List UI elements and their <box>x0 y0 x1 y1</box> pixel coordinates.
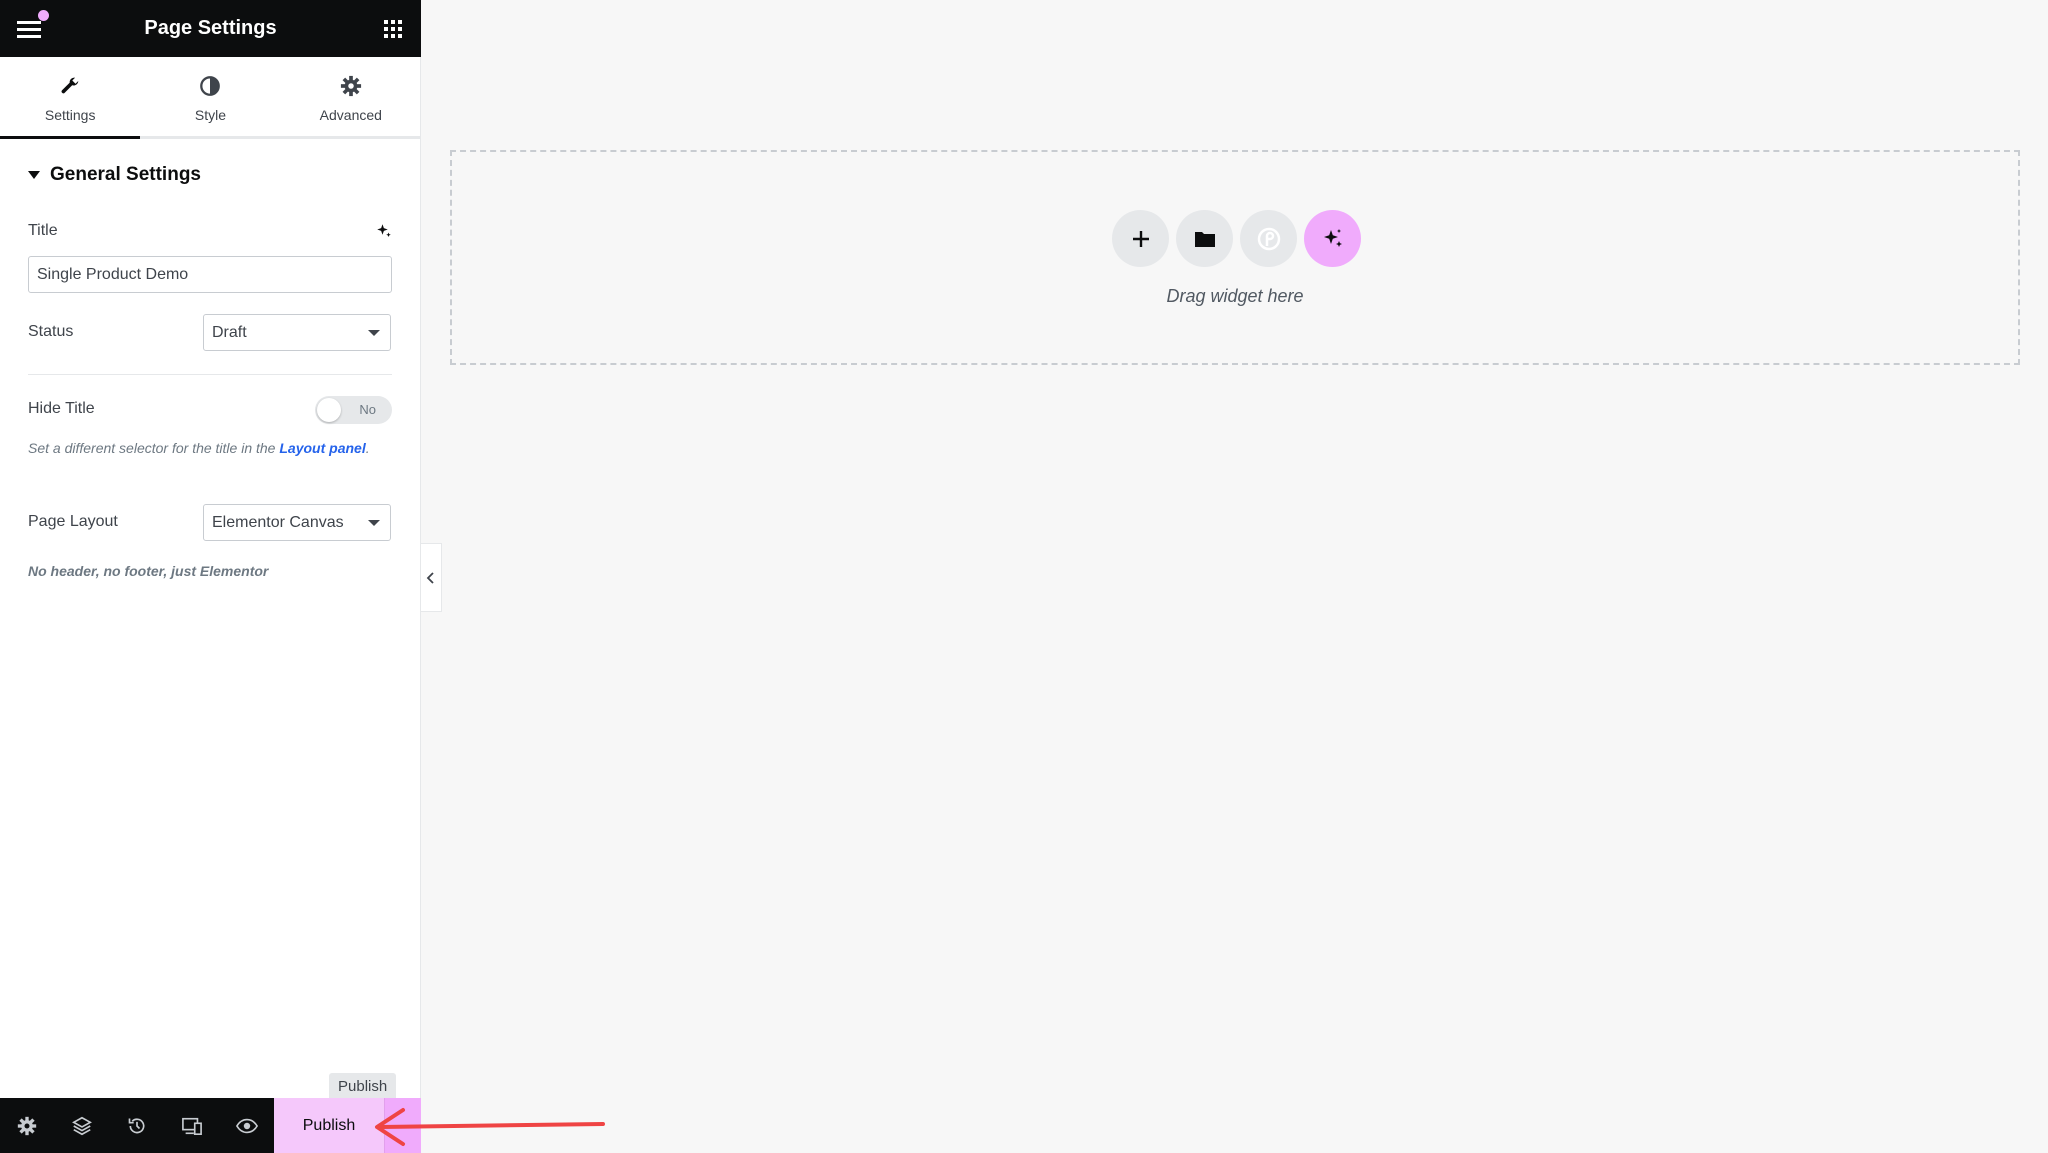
kit-library-button[interactable] <box>1240 210 1297 267</box>
add-template-button[interactable] <box>1176 210 1233 267</box>
section-title: General Settings <box>50 164 201 185</box>
tab-advanced[interactable]: Advanced <box>281 57 421 136</box>
title-input[interactable]: Single Product Demo <box>28 256 392 293</box>
tab-style-label: Style <box>194 106 227 123</box>
title-label: Title <box>28 222 58 239</box>
ai-sparkle-button[interactable] <box>375 222 393 240</box>
annotation-arrow <box>375 1108 605 1146</box>
history-button[interactable] <box>123 1112 151 1140</box>
editor-panel: Page Settings Settings Style Advanced Ge… <box>0 0 421 1153</box>
sparkle-icon <box>377 224 391 237</box>
drag-widget-hint: Drag widget here <box>1166 286 1304 306</box>
site-settings-button[interactable] <box>13 1112 41 1140</box>
gear-icon <box>340 75 361 96</box>
navigator-button[interactable] <box>68 1112 96 1140</box>
kit-logo-icon <box>1257 227 1280 250</box>
hide-title-help: Set a different selector for the title i… <box>28 440 370 456</box>
panel-title: Page Settings <box>144 17 277 39</box>
divider <box>28 374 392 375</box>
add-section-button[interactable] <box>1112 210 1169 267</box>
sparkle-icon <box>1323 228 1342 247</box>
hide-title-label: Hide Title <box>28 400 95 417</box>
responsive-mode-button[interactable] <box>178 1112 206 1140</box>
preview-button[interactable] <box>233 1112 261 1140</box>
chevron-left-icon <box>426 571 434 584</box>
help-text: Set a different selector for the title i… <box>28 440 276 456</box>
layout-panel-link[interactable]: Layout panel <box>279 440 365 456</box>
toggle-knob <box>317 398 341 422</box>
widgets-grid-button[interactable] <box>381 17 405 41</box>
empty-section-dropzone[interactable]: Drag widget here <box>450 150 2020 365</box>
general-settings-toggle[interactable]: General Settings <box>28 164 201 186</box>
page-layout-select-value: Elementor Canvas <box>212 514 344 531</box>
tab-advanced-label: Advanced <box>319 106 382 123</box>
bottom-toolbar: Publish <box>0 1098 421 1153</box>
collapse-panel-button[interactable] <box>421 543 442 612</box>
tab-style[interactable]: Style <box>140 57 280 136</box>
layers-icon <box>72 1116 92 1136</box>
page-layout-label: Page Layout <box>28 513 118 530</box>
tab-settings-label: Settings <box>44 106 96 123</box>
status-select[interactable]: Draft <box>203 314 391 351</box>
toggle-state-text: No <box>359 402 376 417</box>
eye-icon <box>236 1118 258 1134</box>
gear-icon <box>17 1116 37 1136</box>
ai-generate-button[interactable] <box>1304 210 1361 267</box>
caret-down-icon <box>28 171 40 179</box>
devices-icon <box>182 1117 202 1135</box>
chevron-down-icon <box>368 520 380 526</box>
status-select-value: Draft <box>212 324 247 341</box>
publish-tooltip: Publish <box>329 1073 397 1101</box>
page-layout-description: No header, no footer, just Elementor <box>28 563 269 579</box>
folder-icon <box>1194 231 1215 247</box>
status-label: Status <box>28 323 74 340</box>
history-icon <box>128 1118 145 1134</box>
plus-icon <box>1132 230 1149 247</box>
wrench-icon <box>61 77 79 93</box>
hide-title-toggle[interactable]: No <box>315 396 392 424</box>
grid-icon <box>384 20 402 38</box>
half-circle-icon <box>200 75 221 96</box>
tab-settings[interactable]: Settings <box>0 57 141 139</box>
page-layout-select[interactable]: Elementor Canvas <box>203 504 391 541</box>
dropzone-actions <box>1112 210 1361 267</box>
panel-header: Page Settings <box>0 0 421 57</box>
chevron-down-icon <box>368 330 380 336</box>
panel-tabs: Settings Style Advanced <box>0 57 421 139</box>
